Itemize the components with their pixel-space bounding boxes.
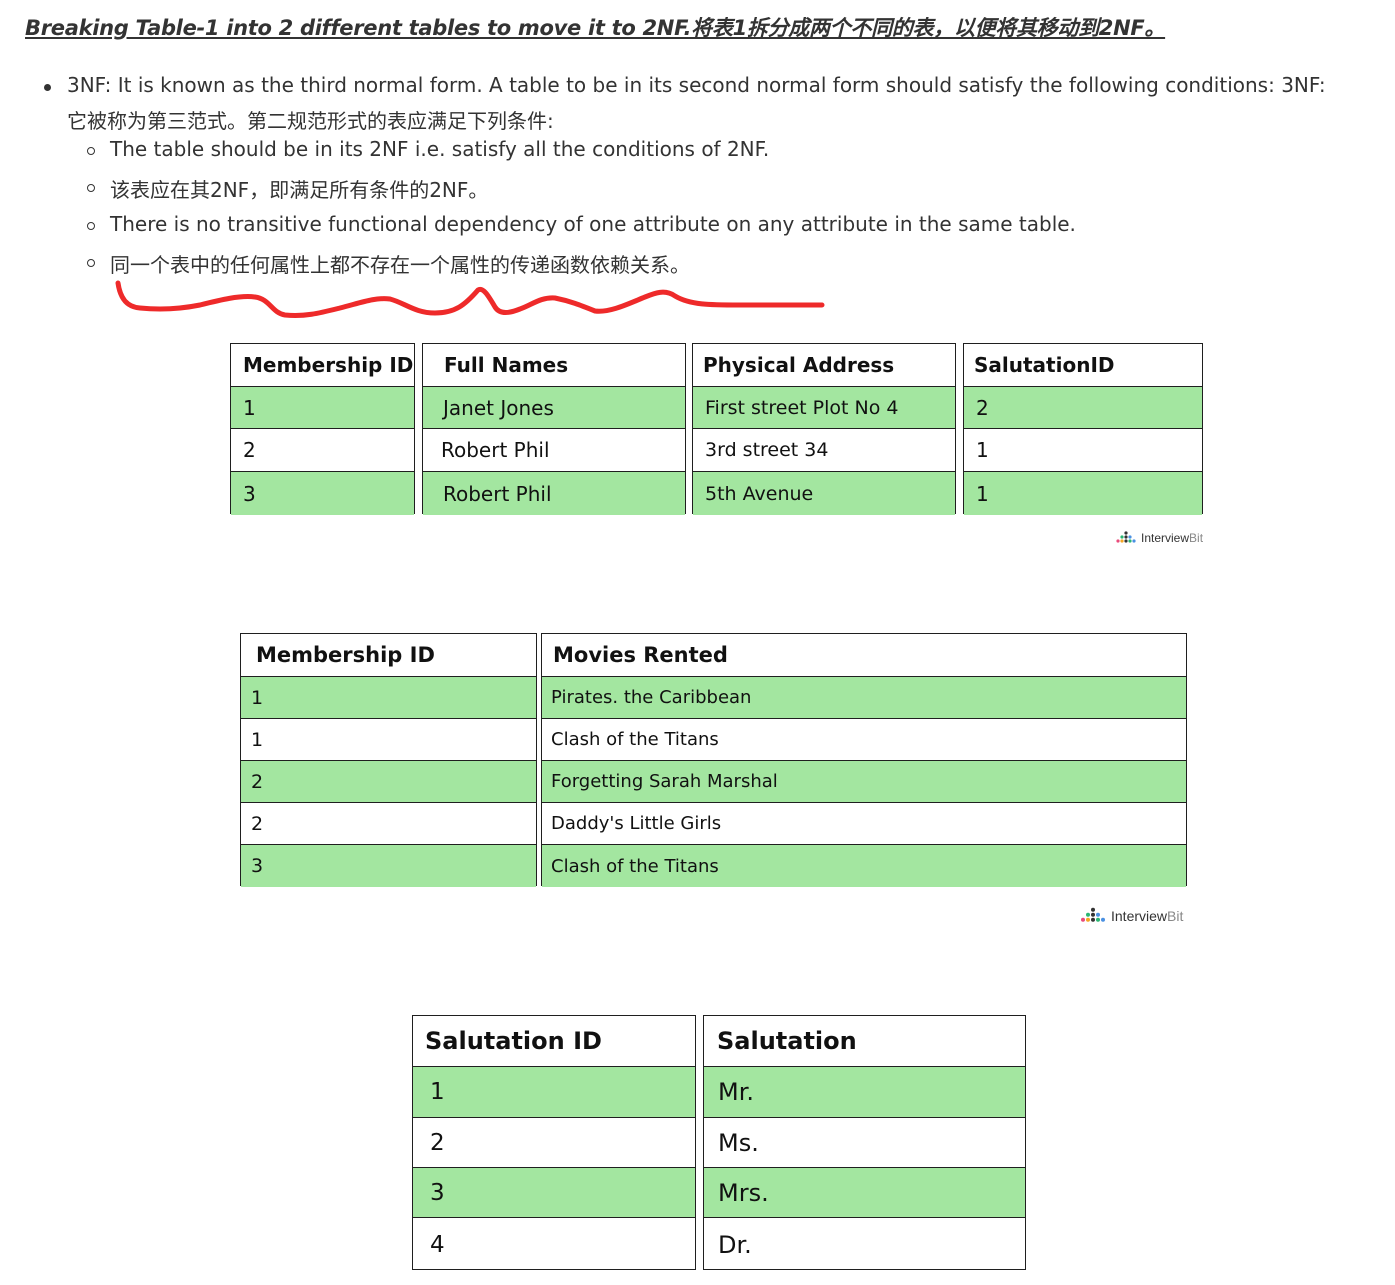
table-cell: 2 — [964, 387, 1202, 429]
table-header-cell: Full Names — [423, 344, 685, 387]
column-salutation-id: Salutation ID 1 2 3 4 — [412, 1015, 696, 1270]
interviewbit-logo-icon — [1116, 531, 1136, 543]
table-cell: 2 — [241, 761, 536, 803]
table-cell: Robert Phil — [423, 472, 685, 515]
interviewbit-watermark: InterviewBit — [1114, 531, 1203, 545]
table-cell: 2 — [241, 803, 536, 845]
table-cell: 1 — [241, 719, 536, 761]
table-cell: 1 — [964, 429, 1202, 472]
table-cell: 1 — [413, 1067, 695, 1118]
condition-item: 同一个表中的任何属性上都不存在一个属性的传递函数依赖关系。 — [110, 253, 690, 277]
table-cell: 4 — [430, 1231, 445, 1258]
watermark-brand-b: Bit — [1189, 531, 1204, 545]
interviewbit-watermark: InterviewBit — [1078, 907, 1183, 925]
interviewbit-logo-icon — [1081, 907, 1105, 922]
condition-item: There is no transitive functional depend… — [110, 212, 1076, 236]
column-salutation: Salutation Mr. Ms. Mrs. Dr. — [703, 1015, 1026, 1270]
table-header-cell: SalutationID — [964, 344, 1202, 387]
table-cell: 3 — [231, 472, 414, 515]
table-cell: 1 — [231, 387, 414, 429]
condition-item: The table should be in its 2NF i.e. sati… — [110, 137, 770, 161]
table-header-cell: Salutation ID — [413, 1016, 695, 1067]
table-cell: Clash of the Titans — [542, 845, 1186, 887]
table-cell: Forgetting Sarah Marshal — [542, 761, 1186, 803]
table-header-cell: Membership ID — [231, 344, 414, 387]
intro-line-2: 它被称为第三范式。第二规范形式的表应满足下列条件: — [67, 109, 554, 133]
table-cell: Dr. — [718, 1230, 752, 1259]
column-membership-id: Membership ID 1 1 2 2 3 — [240, 633, 537, 887]
column-salutation-id: SalutationID 2 1 1 — [963, 343, 1203, 515]
table-cell: Mr. — [704, 1067, 1025, 1118]
table-cell: Clash of the Titans — [542, 719, 1186, 761]
table-cell: 5th Avenue — [693, 472, 955, 515]
column-physical-address: Physical Address First street Plot No 4 … — [692, 343, 956, 515]
red-underline-scribble — [115, 280, 825, 318]
table-cell: Mrs. — [704, 1168, 1025, 1218]
bullet-circle — [87, 259, 95, 267]
table-cell: 3rd street 34 — [693, 429, 955, 472]
table-header-cell: Salutation — [704, 1016, 1025, 1067]
table-cell: 3 — [241, 845, 536, 887]
bullet-circle — [87, 147, 95, 155]
page-heading: Breaking Table-1 into 2 different tables… — [25, 16, 1166, 40]
watermark-brand-b: Bit — [1167, 908, 1184, 924]
table-cell: Robert Phil — [423, 429, 685, 472]
table-header-cell: Physical Address — [693, 344, 955, 387]
watermark-brand-a: Interview — [1111, 908, 1168, 924]
table-cell: 1 — [241, 677, 536, 719]
table-cell: Pirates. the Caribbean — [542, 677, 1186, 719]
table-cell: First street Plot No 4 — [693, 387, 955, 429]
column-membership-id: Membership ID 1 2 3 — [230, 343, 415, 515]
table-cell: Ms. — [704, 1118, 1025, 1168]
table-cell: 3 — [413, 1168, 695, 1218]
condition-item: 该表应在其2NF，即满足所有条件的2NF。 — [110, 178, 489, 202]
bullet-circle — [87, 184, 95, 192]
table-cell: 2 — [231, 429, 414, 472]
watermark-brand-a: Interview — [1141, 531, 1190, 545]
table-cell: 1 — [964, 472, 1202, 515]
column-full-names: Full Names Janet Jones Robert Phil Rober… — [422, 343, 686, 515]
table-header-cell: Membership ID — [241, 634, 536, 677]
bullet-disc — [44, 84, 51, 91]
bullet-circle — [87, 222, 95, 230]
table-cell: Janet Jones — [423, 387, 685, 429]
intro-line-1: 3NF: It is known as the third normal for… — [67, 73, 1326, 97]
table-cell: 2 — [413, 1118, 695, 1168]
column-movies-rented: Movies Rented Pirates. the Caribbean Cla… — [541, 633, 1187, 887]
table-header-cell: Movies Rented — [542, 634, 1186, 677]
table-cell: Daddy's Little Girls — [542, 803, 1186, 845]
